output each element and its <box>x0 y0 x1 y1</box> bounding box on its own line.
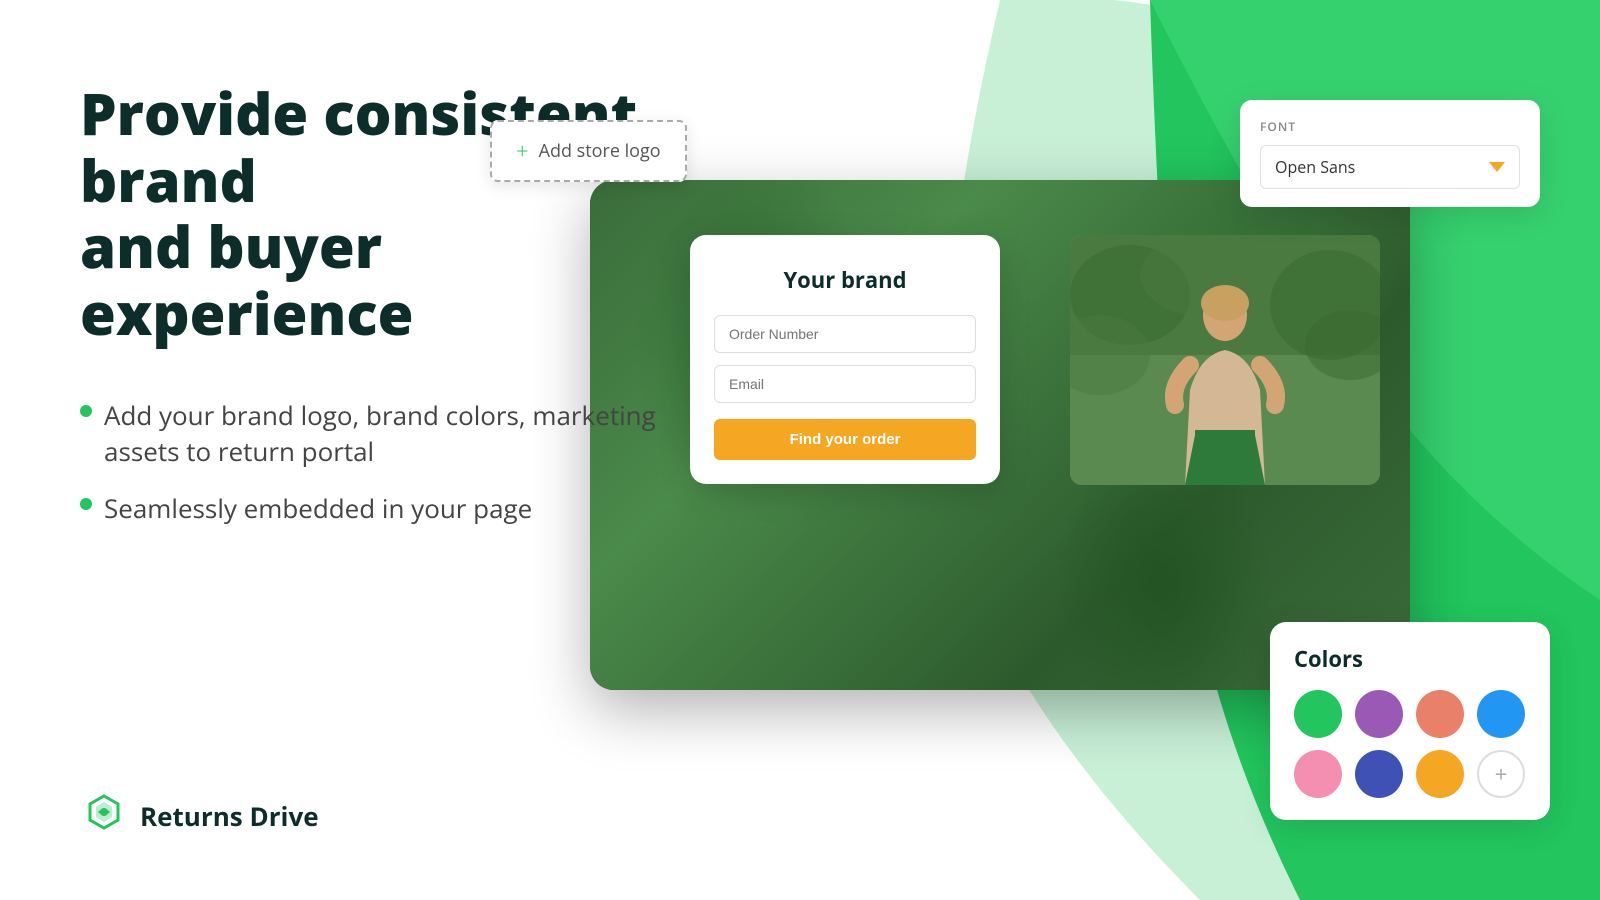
colors-card: Colors + <box>1270 622 1550 820</box>
font-card: FONT Open Sans <box>1240 100 1540 207</box>
find-order-button[interactable]: Find your order <box>714 419 976 460</box>
order-number-input[interactable] <box>714 315 976 353</box>
bullet-dot-1 <box>80 405 92 417</box>
color-dot-green[interactable] <box>1294 690 1342 738</box>
heading-line2: and buyer experience <box>80 206 413 352</box>
add-color-button[interactable]: + <box>1477 750 1525 798</box>
color-dot-pink[interactable] <box>1294 750 1342 798</box>
fashion-image <box>1070 235 1380 485</box>
brand-name: Returns Drive <box>140 798 319 834</box>
color-dot-coral[interactable] <box>1416 690 1464 738</box>
bullet-item-1: Add your brand logo, brand colors, marke… <box>80 397 660 470</box>
add-logo-label: Add store logo <box>539 139 661 163</box>
colors-grid: + <box>1294 690 1526 798</box>
add-logo-plus-icon: + <box>516 136 529 166</box>
color-dot-purple[interactable] <box>1355 690 1403 738</box>
color-dot-dark-blue[interactable] <box>1355 750 1403 798</box>
brand-form-title: Your brand <box>714 265 976 295</box>
font-card-label: FONT <box>1260 118 1520 135</box>
device-screen: Your brand Find your order <box>590 180 1410 690</box>
bullet-text-1: Add your brand logo, brand colors, marke… <box>104 397 660 470</box>
bullet-list: Add your brand logo, brand colors, marke… <box>80 397 660 526</box>
brand-form-card: Your brand Find your order <box>690 235 1000 484</box>
email-input[interactable] <box>714 365 976 403</box>
bullet-item-2: Seamlessly embedded in your page <box>80 490 660 526</box>
returns-drive-icon <box>80 792 128 840</box>
bullet-text-2: Seamlessly embedded in your page <box>104 490 532 526</box>
color-dot-blue[interactable] <box>1477 690 1525 738</box>
colors-card-title: Colors <box>1294 644 1526 674</box>
brand-logo: Returns Drive <box>80 792 319 840</box>
font-select-value: Open Sans <box>1275 156 1355 178</box>
bullet-dot-2 <box>80 498 92 510</box>
font-select[interactable]: Open Sans <box>1260 145 1520 189</box>
font-select-arrow-icon <box>1489 162 1505 172</box>
color-dot-orange[interactable] <box>1416 750 1464 798</box>
person-silhouette <box>1070 235 1380 485</box>
add-logo-card[interactable]: + Add store logo <box>490 120 687 182</box>
device-mockup: Your brand Find your order <box>590 180 1410 690</box>
